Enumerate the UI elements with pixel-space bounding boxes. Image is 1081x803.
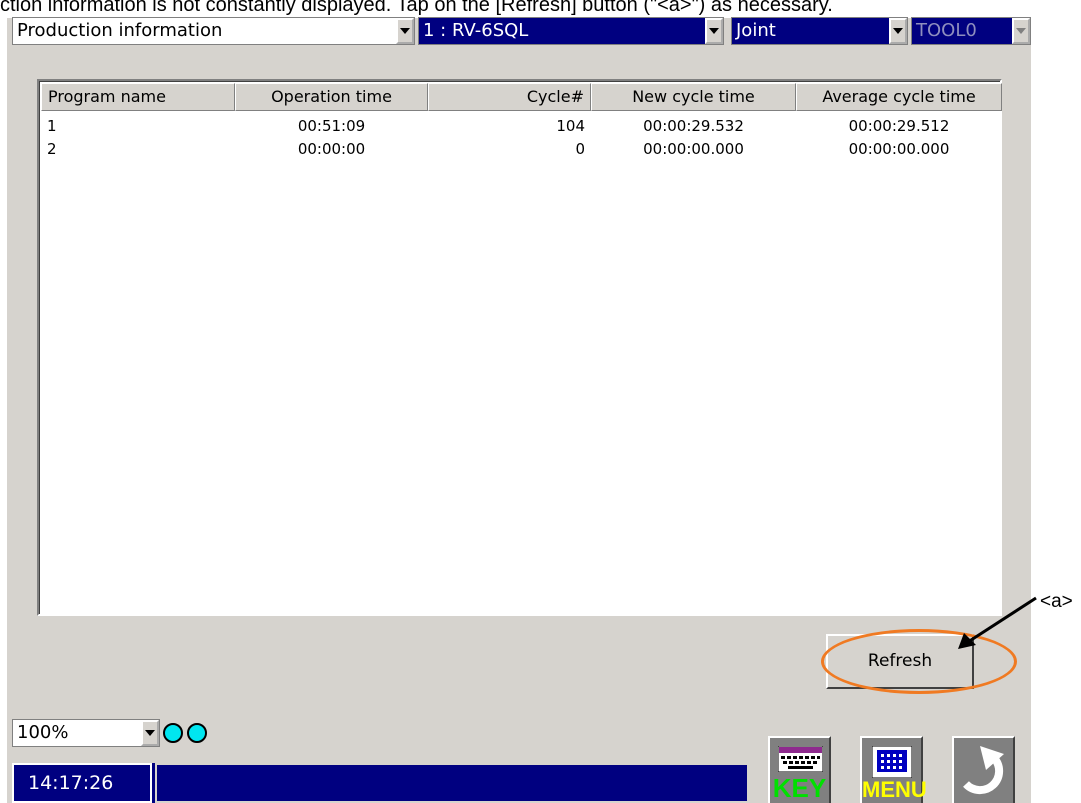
instruction-caption: ction information is not constantly disp… — [0, 0, 833, 16]
return-button[interactable] — [952, 736, 1015, 803]
menu-grid-icon — [872, 746, 912, 778]
key-button[interactable]: KEY — [768, 736, 831, 803]
screen-select[interactable]: Production information — [12, 17, 415, 45]
keyboard-icon — [778, 746, 823, 772]
production-list[interactable]: Program name Operation time Cycle# New c… — [37, 79, 1002, 616]
tool-select-value: TOOL0 — [916, 20, 977, 41]
annotation-arrow-icon — [958, 596, 1037, 649]
speed-override-value: 100% — [17, 722, 69, 743]
dropdown-arrow-icon[interactable] — [396, 18, 414, 44]
dropdown-arrow-icon[interactable] — [1012, 18, 1030, 44]
menu-button[interactable]: MENU — [860, 736, 927, 803]
column-header-program-name[interactable]: Program name — [41, 83, 235, 111]
tool-select[interactable]: TOOL0 — [911, 17, 1031, 45]
key-button-label: KEY — [772, 773, 827, 803]
status-lamp-icon — [187, 723, 207, 743]
column-header-operation-time[interactable]: Operation time — [235, 83, 428, 111]
jog-mode-select[interactable]: Joint — [731, 17, 908, 45]
annotation-label: <a> — [1040, 591, 1073, 612]
screen-select-value: Production information — [17, 20, 223, 41]
average-cycle-time-cell: 00:00:29.512 — [848, 117, 950, 135]
jog-mode-value: Joint — [736, 20, 776, 41]
status-bar: 14:17:26 — [12, 763, 749, 803]
status-message-area — [155, 763, 749, 803]
robot-select-value: 1 : RV-6SQL — [423, 20, 529, 41]
dropdown-arrow-icon[interactable] — [705, 18, 723, 44]
operation-time-cell: 00:51:09 — [297, 117, 366, 135]
list-header: Program name Operation time Cycle# New c… — [41, 83, 1002, 111]
clock: 14:17:26 — [12, 763, 152, 803]
menu-button-label: MENU — [862, 777, 927, 802]
dropdown-arrow-icon[interactable] — [141, 720, 159, 746]
column-header-cycle-count[interactable]: Cycle# — [428, 83, 591, 111]
new-cycle-time-cell: 00:00:29.532 — [643, 117, 744, 135]
return-arrow-icon — [963, 746, 1004, 795]
program-name-cell: 2 — [47, 140, 57, 158]
cycle-count-cell: 0 — [575, 140, 585, 158]
column-header-average-cycle-time[interactable]: Average cycle time — [796, 83, 1002, 111]
program-name-cell: 1 — [47, 117, 57, 135]
operation-time-cell: 00:00:00 — [297, 140, 366, 158]
robot-select[interactable]: 1 : RV-6SQL — [418, 17, 724, 45]
speed-override-select[interactable]: 100% — [12, 719, 160, 747]
new-cycle-time-cell: 00:00:00.000 — [643, 140, 744, 158]
cycle-count-cell: 104 — [556, 117, 585, 135]
column-header-new-cycle-time[interactable]: New cycle time — [591, 83, 796, 111]
dropdown-arrow-icon[interactable] — [889, 18, 907, 44]
table-row[interactable]: 1 00:51:09 104 00:00:29.532 00:00:29.512 — [41, 115, 1002, 137]
table-row[interactable]: 2 00:00:00 0 00:00:00.000 00:00:00.000 — [41, 138, 1002, 160]
average-cycle-time-cell: 00:00:00.000 — [848, 140, 950, 158]
status-lamp-icon — [163, 723, 183, 743]
